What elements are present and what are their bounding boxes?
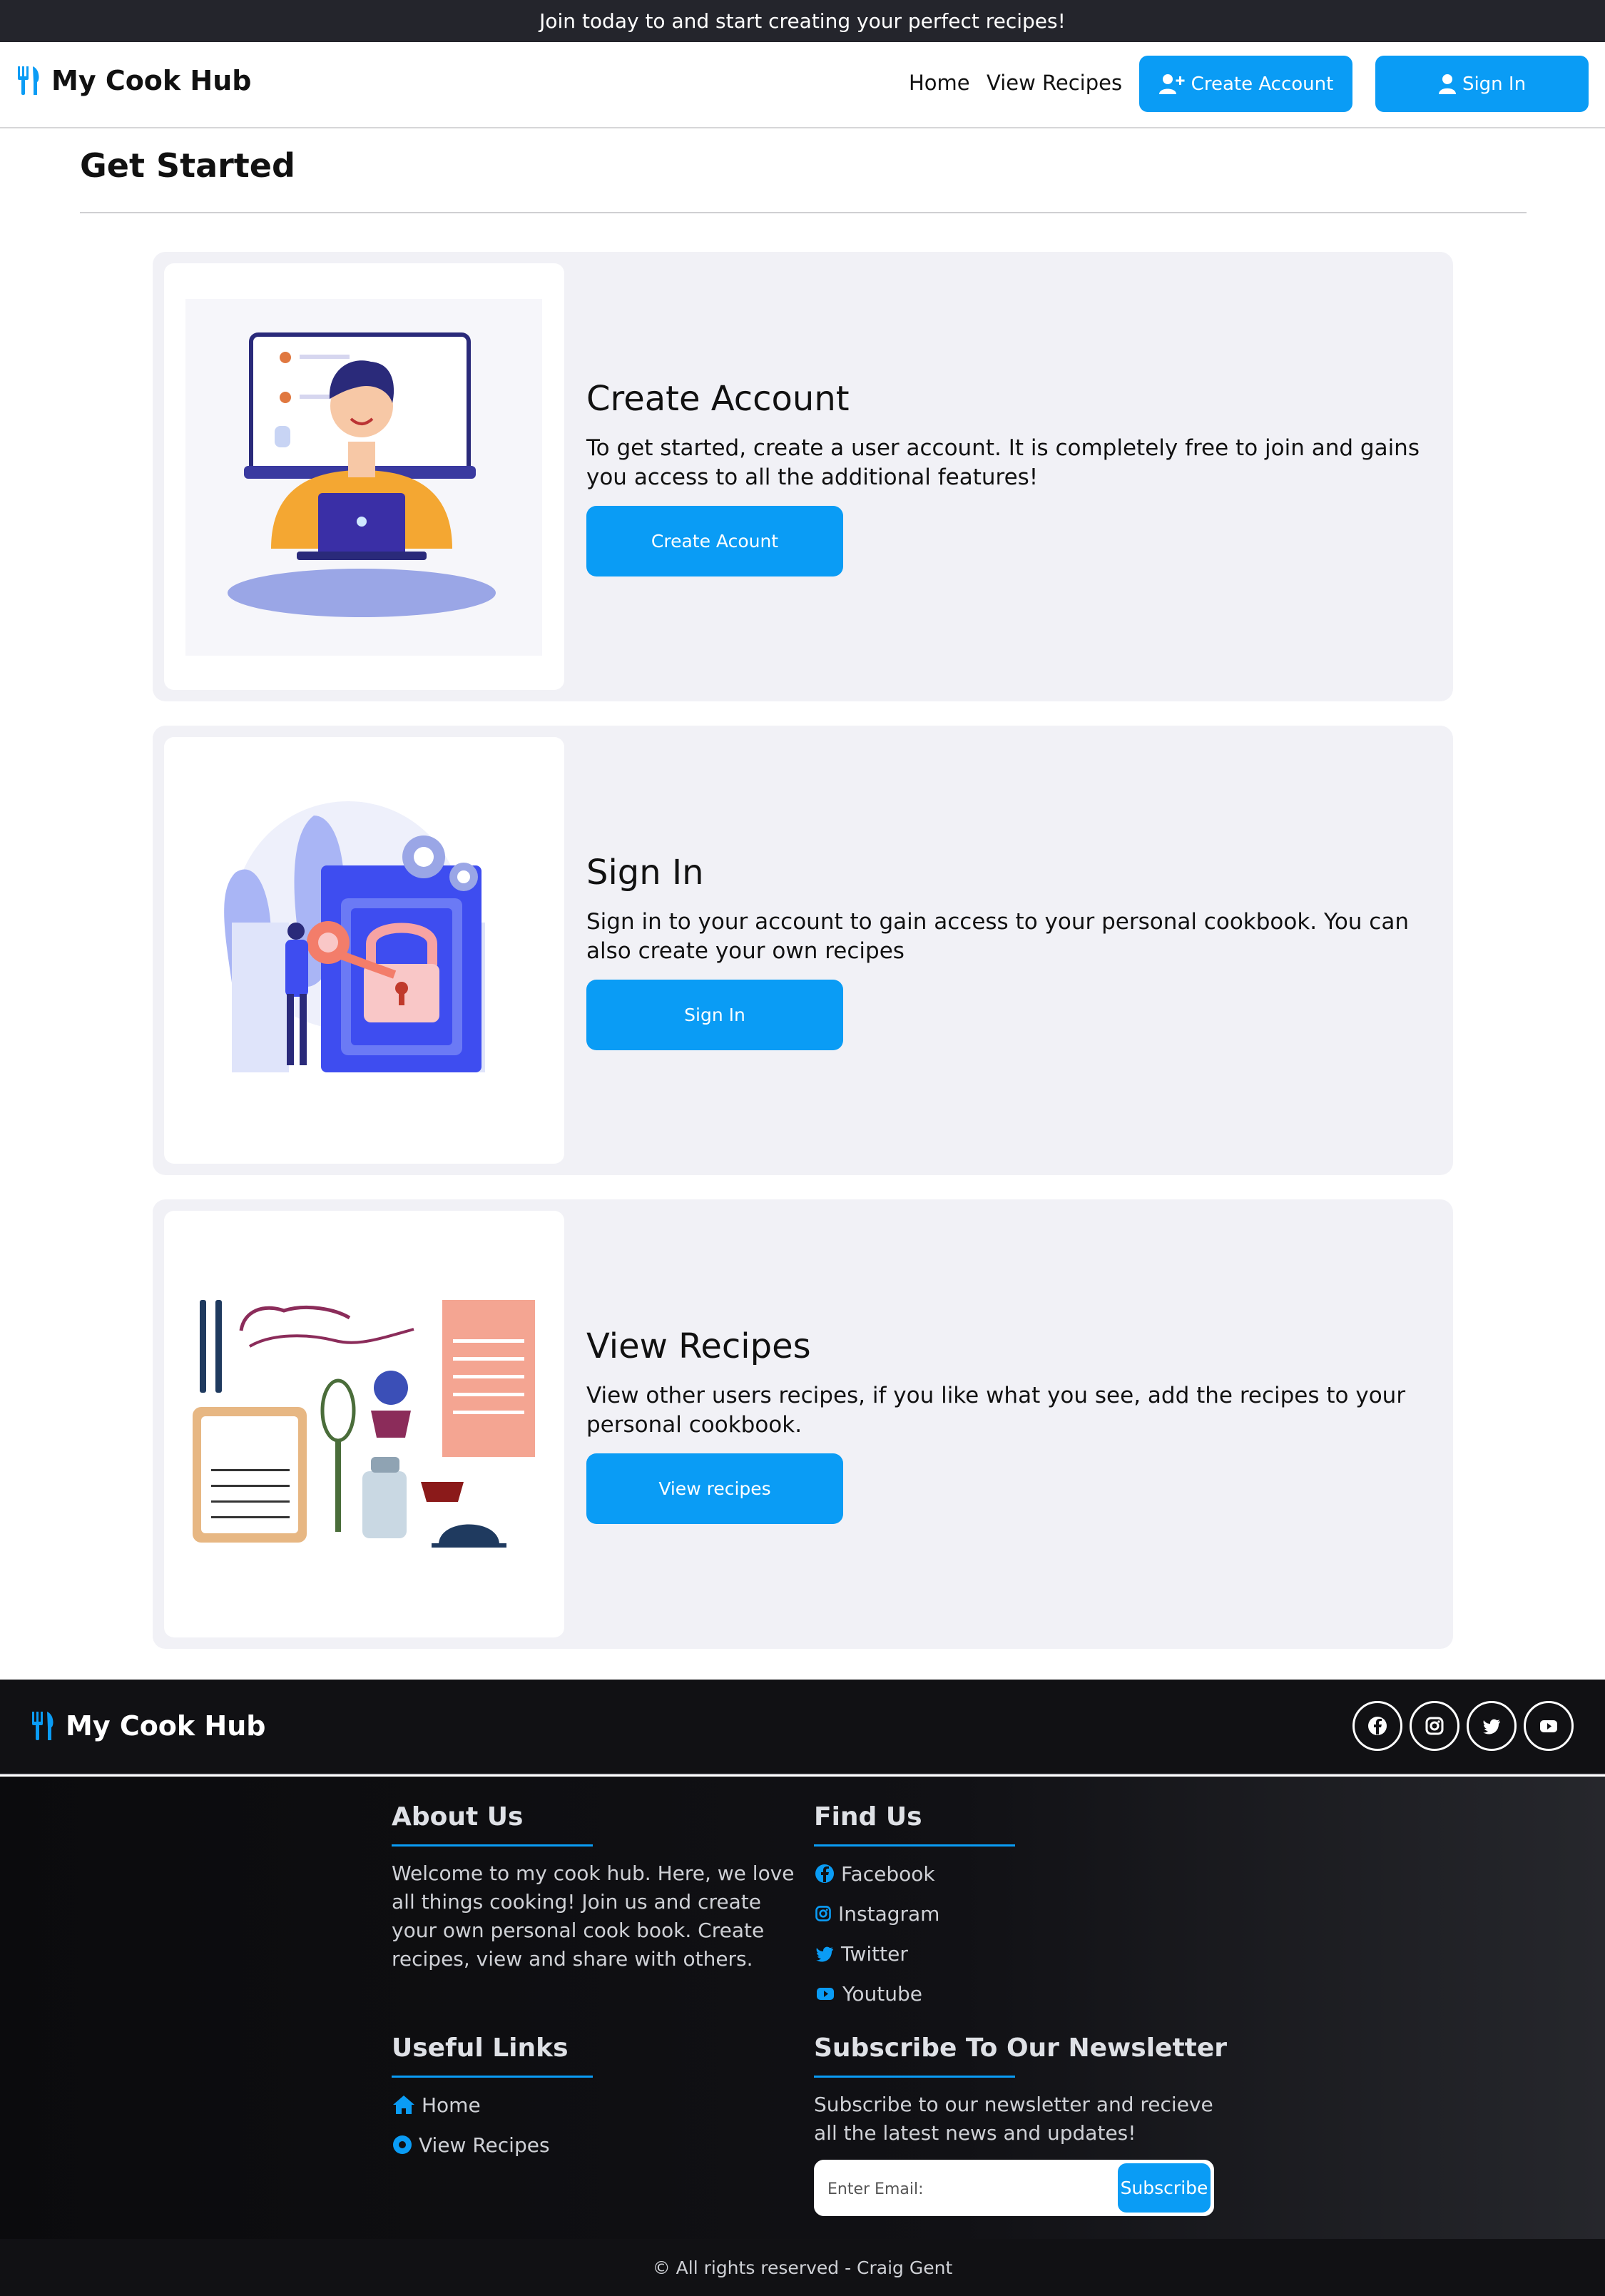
user-icon (1438, 73, 1456, 94)
create-account-card-button[interactable]: Create Acount (586, 506, 843, 576)
footer-twitter-label: Twitter (841, 1941, 908, 1966)
create-account-illustration (164, 263, 564, 690)
footer-main (0, 1777, 1605, 2239)
view-recipes-card: View Recipes View other users recipes, i… (153, 1199, 1453, 1649)
footer-useful-links-section: Useful Links Home View Recipes (392, 2033, 795, 2165)
view-recipes-card-button[interactable]: View recipes (586, 1453, 843, 1524)
newsletter-form: Subscribe (814, 2160, 1214, 2216)
announcement-bar: Join today to and start creating your pe… (0, 0, 1605, 42)
footer-home-link[interactable]: Home (392, 2085, 795, 2125)
footer-youtube-label: Youtube (842, 1981, 922, 2006)
youtube-icon (1540, 1720, 1557, 1732)
facebook-icon (1368, 1717, 1387, 1735)
view-recipes-card-text: View other users recipes, if you like wh… (586, 1383, 1406, 1438)
nav-home-link[interactable]: Home (909, 71, 970, 95)
social-instagram-button[interactable] (1410, 1701, 1459, 1751)
footer-newsletter-underline (814, 2076, 1015, 2078)
copyright-text: © All rights reserved - Craig Gent (652, 2257, 953, 2278)
social-twitter-button[interactable] (1467, 1701, 1517, 1751)
sign-in-illustration (164, 737, 564, 1164)
footer-top-bar: My Cook Hub (0, 1680, 1605, 1775)
footer-facebook-label: Facebook (841, 1861, 935, 1886)
brand-name: My Cook Hub (51, 65, 252, 96)
twitter-icon (1483, 1719, 1500, 1734)
sign-in-card: Sign In Sign in to your account to gain … (153, 726, 1453, 1175)
nav-view-recipes-link[interactable]: View Recipes (987, 71, 1122, 95)
footer-youtube-link[interactable]: Youtube (814, 1974, 1213, 2013)
utensils-icon (18, 66, 39, 95)
footer-view-recipes-label: View Recipes (419, 2133, 550, 2157)
brand-logo[interactable]: My Cook Hub (16, 65, 251, 96)
footer-newsletter-heading: Subscribe To Our Newsletter (814, 2033, 1228, 2063)
announcement-text: Join today to and start creating your pe… (539, 9, 1066, 33)
footer-brand-name: My Cook Hub (66, 1710, 266, 1742)
newsletter-email-input[interactable] (827, 2176, 1099, 2202)
footer-about-heading: About Us (392, 1802, 524, 1832)
footer-useful-links-heading: Useful Links (392, 2033, 569, 2063)
nav-create-account-button[interactable]: Create Account (1139, 56, 1352, 112)
footer-find-us-underline (814, 1844, 1015, 1847)
nav-sign-in-label: Sign In (1462, 73, 1527, 95)
youtube-icon (817, 1988, 834, 2000)
create-account-card: Create Account To get started, create a … (153, 252, 1453, 701)
footer-view-recipes-link[interactable]: View Recipes (392, 2125, 795, 2165)
subscribe-button[interactable]: Subscribe (1118, 2163, 1211, 2213)
social-youtube-button[interactable] (1524, 1701, 1574, 1751)
footer-useful-links-underline (392, 2076, 593, 2078)
footer-find-us-section: Find Us Facebook Instagram Twitter Youtu… (814, 1802, 1213, 2013)
create-account-card-text: To get started, create a user account. I… (586, 435, 1420, 490)
instagram-icon (815, 1906, 831, 1921)
social-facebook-button[interactable] (1352, 1701, 1402, 1751)
footer-instagram-link[interactable]: Instagram (814, 1894, 1213, 1934)
footer-facebook-link[interactable]: Facebook (814, 1854, 1213, 1894)
user-plus-icon (1158, 73, 1185, 94)
twitter-icon (816, 1946, 833, 1962)
footer-home-label: Home (422, 2093, 481, 2117)
footer-about-underline (392, 1844, 593, 1847)
page-title: Get Started (80, 146, 295, 185)
dot-circle-icon (393, 2135, 412, 2154)
navbar: My Cook Hub Home View Recipes Create Acc… (0, 42, 1605, 128)
utensils-icon (32, 1712, 54, 1740)
copyright-bar: © All rights reserved - Craig Gent (0, 2239, 1605, 2296)
instagram-icon (1425, 1717, 1444, 1735)
nav-sign-in-button[interactable]: Sign In (1375, 56, 1589, 112)
footer-newsletter-section: Subscribe To Our Newsletter Subscribe to… (814, 2033, 1228, 2148)
title-divider (80, 212, 1527, 213)
footer-about-text: Welcome to my cook hub. Here, we love al… (392, 1861, 795, 1971)
footer-instagram-label: Instagram (838, 1901, 940, 1926)
create-account-card-title: Create Account (586, 379, 850, 419)
sign-in-card-button[interactable]: Sign In (586, 980, 843, 1050)
sign-in-card-title: Sign In (586, 853, 704, 893)
footer-find-us-heading: Find Us (814, 1802, 922, 1832)
view-recipes-card-title: View Recipes (586, 1326, 811, 1366)
footer-brand[interactable]: My Cook Hub (30, 1710, 265, 1742)
facebook-icon (815, 1864, 834, 1883)
footer-about-section: About Us Welcome to my cook hub. Here, w… (392, 1802, 795, 1974)
footer-twitter-link[interactable]: Twitter (814, 1934, 1213, 1974)
nav-create-account-label: Create Account (1191, 73, 1334, 95)
footer-newsletter-text: Subscribe to our newsletter and recieve … (814, 2093, 1213, 2145)
view-recipes-illustration (164, 1211, 564, 1637)
home-icon (393, 2096, 414, 2114)
sign-in-card-text: Sign in to your account to gain access t… (586, 909, 1409, 964)
